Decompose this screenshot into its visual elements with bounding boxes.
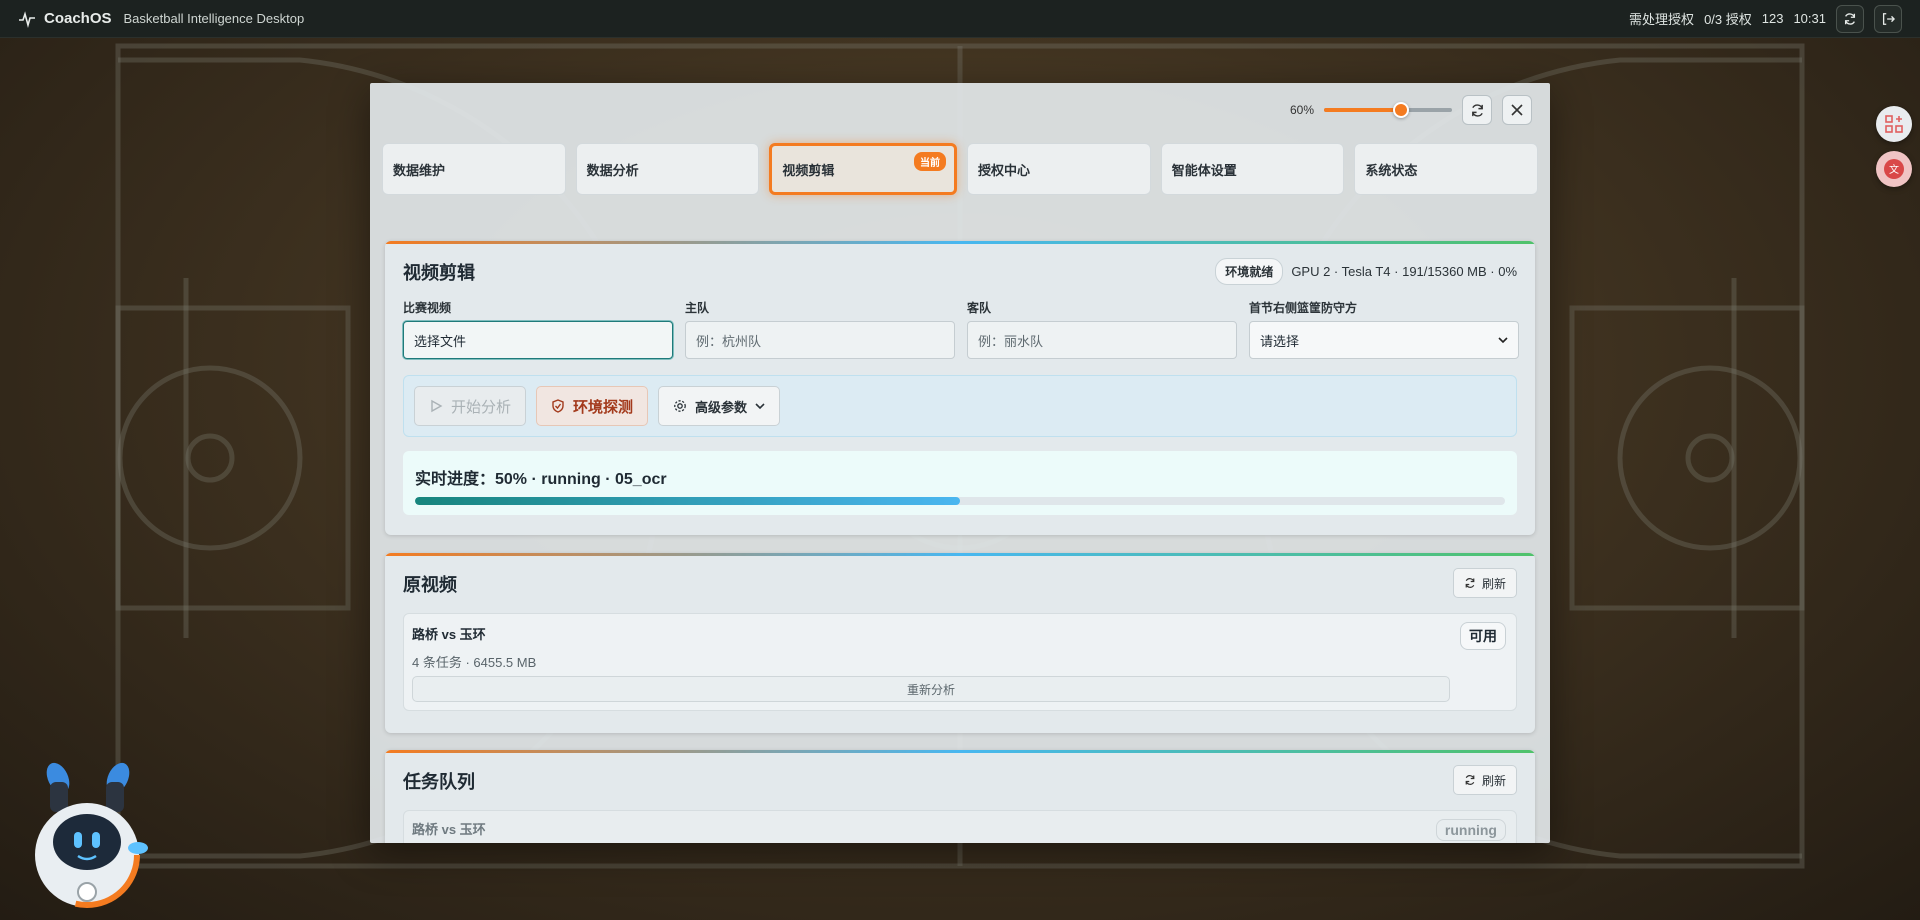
progress-bar xyxy=(415,497,1505,505)
play-icon xyxy=(431,399,443,413)
queue-row[interactable]: 路桥 vs 玉环 running xyxy=(403,810,1517,843)
tab-label: 数据分析 xyxy=(586,162,639,178)
queue-task-title: 路桥 vs 玉环 xyxy=(412,822,486,837)
tab-agent-settings[interactable]: 智能体设置 xyxy=(1160,143,1345,195)
svg-text:文: 文 xyxy=(1889,163,1899,176)
modal-close-button[interactable] xyxy=(1502,95,1532,125)
video-title: 路桥 vs 玉环 xyxy=(412,627,486,642)
zoom-slider[interactable] xyxy=(1324,99,1452,121)
app-subtitle: Basketball Intelligence Desktop xyxy=(123,11,305,26)
apps-grid-icon xyxy=(1885,115,1903,133)
reanalyze-button[interactable]: 重新分析 xyxy=(412,676,1450,702)
refresh-icon xyxy=(1465,578,1475,588)
tab-license-center[interactable]: 授权中心 xyxy=(967,143,1151,195)
logout-icon xyxy=(1882,12,1895,25)
defense-side-label: 首节右侧篮筐防守方 xyxy=(1249,301,1358,315)
start-analysis-label: 开始分析 xyxy=(451,398,512,416)
tab-video-editing[interactable]: 视频剪辑 当前 xyxy=(769,143,958,195)
progress-text: 实时进度：50% · running · 05_ocr xyxy=(415,471,667,488)
tab-label: 数据维护 xyxy=(393,162,446,178)
gpu-info: GPU 2 · Tesla T4 · 191/15360 MB · 0% xyxy=(1291,264,1517,279)
tab-label: 授权中心 xyxy=(978,162,1031,178)
video-editor-modal: 60% 数据维护 数据分析 视频剪辑 当前 授权中心 智能体设置 系统状态 视频… xyxy=(370,83,1550,843)
shield-icon xyxy=(552,399,564,413)
video-card: 路桥 vs 玉环 4 条任务 · 6455.5 MB 可用 重新分析 xyxy=(403,613,1517,711)
chevron-down-icon xyxy=(755,403,765,410)
auth-count: 0/3 授权 xyxy=(1704,12,1752,27)
gear-icon xyxy=(674,400,686,412)
panel-accent-bar xyxy=(385,750,1535,753)
robot-assistant-mascot[interactable] xyxy=(20,760,155,910)
apps-float-button[interactable] xyxy=(1876,106,1912,142)
originals-refresh-button[interactable]: 刷新 xyxy=(1452,568,1517,598)
panel-accent-bar xyxy=(385,241,1535,244)
advanced-params-button[interactable]: 高级参数 xyxy=(658,386,781,426)
logout-button[interactable] xyxy=(1874,4,1902,33)
pulse-icon xyxy=(19,10,35,28)
panel-accent-bar xyxy=(385,553,1535,556)
modal-refresh-button[interactable] xyxy=(1462,95,1492,125)
user-id: 123 xyxy=(1761,11,1784,26)
zoom-slider-knob[interactable] xyxy=(1392,102,1409,118)
refresh-label: 刷新 xyxy=(1481,576,1506,591)
away-team-label: 客队 xyxy=(967,301,992,315)
tab-label: 系统状态 xyxy=(1365,162,1418,178)
translate-float-button[interactable]: 文 xyxy=(1876,151,1912,187)
queue-task-status: running xyxy=(1435,819,1506,841)
video-meta: 4 条任务 · 6455.5 MB xyxy=(412,655,537,670)
panel-title: 视频剪辑 xyxy=(403,263,475,283)
tab-label: 智能体设置 xyxy=(1171,162,1237,178)
video-status-badge: 可用 xyxy=(1460,622,1506,650)
refresh-icon xyxy=(1471,103,1483,117)
queue-refresh-button[interactable]: 刷新 xyxy=(1452,765,1517,795)
advanced-params-label: 高级参数 xyxy=(695,399,748,415)
refresh-icon xyxy=(1465,775,1475,785)
defense-side-select[interactable]: 请选择 xyxy=(1249,321,1519,359)
video-file-label: 比赛视频 xyxy=(403,301,452,315)
close-icon xyxy=(1511,104,1523,116)
refresh-label: 刷新 xyxy=(1481,773,1506,788)
panel-title: 原视频 xyxy=(403,575,457,595)
top-bar: CoachOS Basketball Intelligence Desktop … xyxy=(0,0,1920,38)
tab-data-analysis[interactable]: 数据分析 xyxy=(575,143,760,195)
current-badge: 当前 xyxy=(914,152,947,171)
module-tabs: 数据维护 数据分析 视频剪辑 当前 授权中心 智能体设置 系统状态 xyxy=(382,143,1539,195)
task-queue-panel: 任务队列 刷新 路桥 vs 玉环 running xyxy=(385,750,1535,843)
pending-auth-link[interactable]: 需处理授权 xyxy=(1629,9,1694,28)
translate-icon: 文 xyxy=(1884,159,1904,179)
zoom-slider-fill xyxy=(1324,108,1401,112)
action-bar: 开始分析 环境探测 高级参数 xyxy=(403,375,1517,437)
chevron-down-icon xyxy=(1498,337,1508,344)
home-team-input[interactable]: 例：杭州队 xyxy=(685,321,955,359)
sync-button[interactable] xyxy=(1836,4,1864,33)
tab-system-status[interactable]: 系统状态 xyxy=(1354,143,1539,195)
tab-data-maintenance[interactable]: 数据维护 xyxy=(382,143,566,195)
panel-title: 任务队列 xyxy=(403,772,475,792)
video-file-input[interactable]: 选择文件 xyxy=(403,321,673,359)
away-team-input[interactable]: 例：丽水队 xyxy=(967,321,1237,359)
original-video-panel: 原视频 刷新 路桥 vs 玉环 4 条任务 · 6455.5 MB 可用 重新分… xyxy=(385,553,1535,733)
defense-side-value: 请选择 xyxy=(1260,333,1300,349)
env-detect-button[interactable]: 环境探测 xyxy=(536,386,649,426)
app-brand: CoachOS xyxy=(44,10,112,27)
video-editor-panel: 视频剪辑 环境就绪 GPU 2 · Tesla T4 · 191/15360 M… xyxy=(385,241,1535,535)
env-ready-badge: 环境就绪 xyxy=(1215,258,1284,285)
start-analysis-button[interactable]: 开始分析 xyxy=(414,386,527,426)
progress-panel: 实时进度：50% · running · 05_ocr xyxy=(403,451,1517,515)
clock: 10:31 xyxy=(1793,11,1826,26)
refresh-icon xyxy=(1844,12,1856,25)
env-detect-label: 环境探测 xyxy=(573,398,634,416)
progress-bar-fill xyxy=(415,497,960,505)
home-team-label: 主队 xyxy=(685,301,710,315)
tab-label: 视频剪辑 xyxy=(782,162,835,178)
zoom-label: 60% xyxy=(1289,103,1314,117)
